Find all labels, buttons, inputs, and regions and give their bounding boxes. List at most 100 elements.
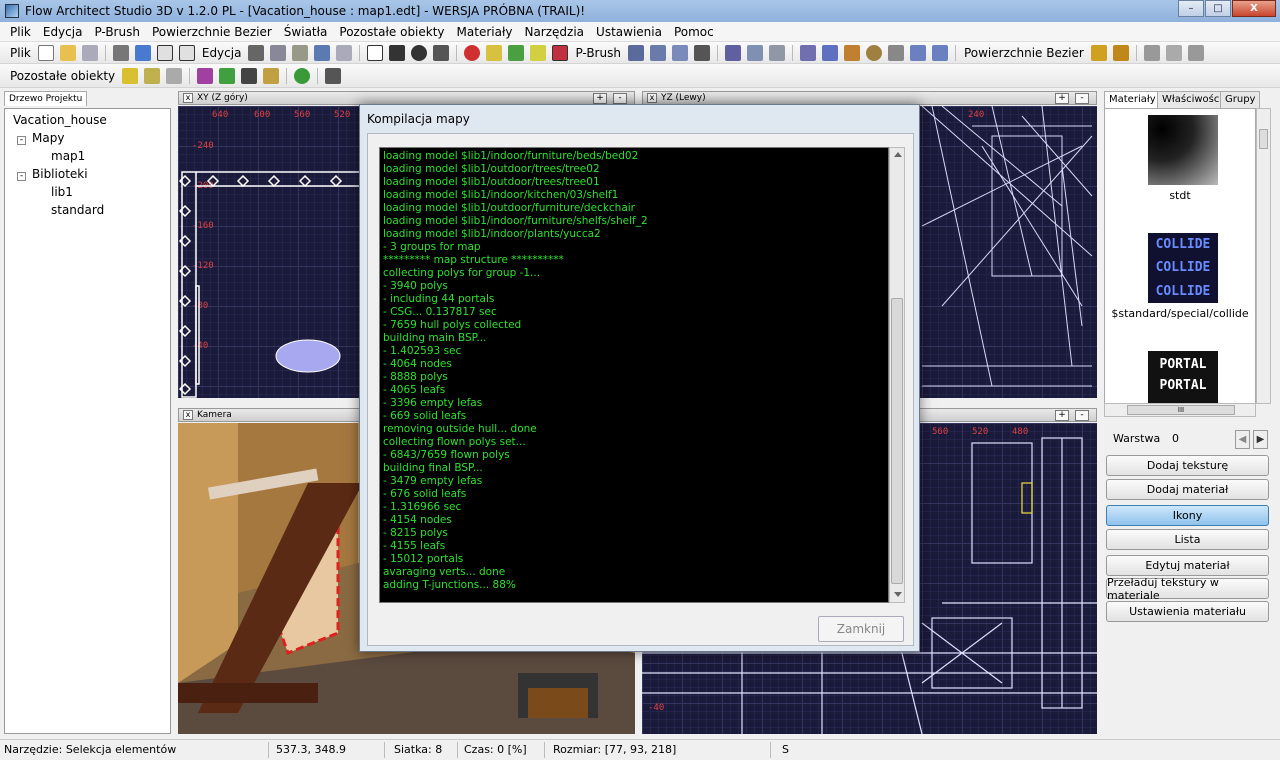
tree-node-libraries[interactable]: Biblioteki bbox=[32, 167, 88, 181]
light-icon[interactable] bbox=[122, 67, 139, 84]
csg-subtract-icon[interactable] bbox=[799, 44, 816, 61]
brush-wedge-icon[interactable] bbox=[649, 44, 666, 61]
move-icon[interactable] bbox=[389, 44, 406, 61]
viewport-close-icon[interactable]: x bbox=[183, 410, 193, 420]
menu-plik[interactable]: Plik bbox=[4, 25, 37, 39]
tab-groups[interactable]: Grupy bbox=[1220, 91, 1261, 108]
scroll-up-icon[interactable] bbox=[894, 152, 902, 157]
viewport-zoom-in-button[interactable]: + bbox=[1055, 93, 1069, 104]
face-icon[interactable] bbox=[508, 44, 525, 61]
undo-icon[interactable] bbox=[314, 44, 331, 61]
camera-object-icon[interactable] bbox=[166, 67, 183, 84]
new-file-icon[interactable] bbox=[37, 44, 54, 61]
view-2d-icon[interactable] bbox=[156, 44, 173, 61]
clip-icon[interactable] bbox=[552, 44, 569, 61]
brush-cone-icon[interactable] bbox=[693, 44, 710, 61]
console-scrollbar[interactable] bbox=[889, 147, 905, 603]
bezier-patch-icon[interactable] bbox=[1090, 44, 1107, 61]
layer-next-button[interactable]: ▶ bbox=[1253, 430, 1268, 449]
list-view-button[interactable]: Lista bbox=[1106, 529, 1269, 550]
compile-log-console[interactable]: loading model $lib1/indoor/furniture/bed… bbox=[379, 147, 889, 603]
checker-texture-icon[interactable] bbox=[241, 67, 258, 84]
viewport-zoom-out-button[interactable]: - bbox=[1075, 93, 1089, 104]
menu-narzedzia[interactable]: Narzędzia bbox=[518, 25, 590, 39]
vertex-icon[interactable] bbox=[464, 44, 481, 61]
csg-hollow-icon[interactable] bbox=[821, 44, 838, 61]
minimize-button[interactable]: – bbox=[1178, 0, 1204, 17]
tree-node-maps[interactable]: Mapy bbox=[32, 131, 64, 145]
bezier-tool-b-icon[interactable] bbox=[1165, 44, 1182, 61]
menu-bezier[interactable]: Powierzchnie Bezier bbox=[146, 25, 278, 39]
menu-swiatla[interactable]: Światła bbox=[278, 25, 334, 39]
tab-project-tree[interactable]: Drzewo Projektu bbox=[4, 91, 88, 106]
scroll-thumb[interactable] bbox=[891, 298, 903, 584]
material-thumb-collide[interactable]: COLLIDE COLLIDE COLLIDE bbox=[1148, 233, 1218, 303]
open-folder-icon[interactable] bbox=[59, 44, 76, 61]
csg-merge-icon[interactable] bbox=[843, 44, 860, 61]
tree-node-map1[interactable]: map1 bbox=[51, 149, 85, 163]
material-settings-button[interactable]: Ustawienia materiału bbox=[1106, 601, 1269, 622]
add-material-button[interactable]: Dodaj materiał bbox=[1106, 479, 1269, 500]
icons-view-button[interactable]: Ikony bbox=[1106, 505, 1269, 526]
scale-icon[interactable] bbox=[433, 44, 450, 61]
layer-prev-button[interactable]: ◀ bbox=[1235, 430, 1250, 449]
brush-box-icon[interactable] bbox=[627, 44, 644, 61]
brush-sphere-icon[interactable] bbox=[746, 44, 763, 61]
materials-vscrollbar[interactable] bbox=[1256, 108, 1271, 404]
tree-collapse-icon[interactable]: - bbox=[17, 136, 26, 145]
edit-material-button[interactable]: Edytuj materiał bbox=[1106, 555, 1269, 576]
close-button[interactable]: X bbox=[1232, 0, 1276, 17]
menu-ustawienia[interactable]: Ustawienia bbox=[590, 25, 668, 39]
menu-materialy[interactable]: Materiały bbox=[451, 25, 519, 39]
reload-textures-button[interactable]: Przeładuj tekstury w materiale bbox=[1106, 576, 1269, 602]
group-icon[interactable] bbox=[887, 44, 904, 61]
edge-icon[interactable] bbox=[486, 44, 503, 61]
menu-pomoc[interactable]: Pomoc bbox=[668, 25, 720, 39]
menu-pbrush[interactable]: P-Brush bbox=[88, 25, 146, 39]
copy-icon[interactable] bbox=[270, 44, 287, 61]
redo-icon[interactable] bbox=[336, 44, 353, 61]
scroll-down-icon[interactable] bbox=[894, 592, 902, 597]
bezier-cylinder-icon[interactable] bbox=[1112, 44, 1129, 61]
save-icon[interactable] bbox=[81, 44, 98, 61]
tree-node-standard[interactable]: standard bbox=[51, 203, 104, 217]
measure-icon[interactable] bbox=[530, 44, 547, 61]
viewport-zoom-in-button[interactable]: + bbox=[593, 93, 607, 104]
viewport-close-icon[interactable]: x bbox=[183, 93, 193, 103]
maximize-button[interactable]: □ bbox=[1205, 0, 1231, 17]
spawn-point-icon[interactable] bbox=[294, 67, 311, 84]
crate-icon[interactable] bbox=[263, 67, 280, 84]
materials-hscrollbar[interactable]: III bbox=[1104, 403, 1256, 417]
materials-list[interactable]: stdt COLLIDE COLLIDE COLLIDE $standard/s… bbox=[1104, 108, 1256, 404]
menu-pozostale[interactable]: Pozostałe obiekty bbox=[333, 25, 450, 39]
spotlight-icon[interactable] bbox=[144, 67, 161, 84]
compile-icon[interactable] bbox=[134, 44, 151, 61]
bezier-tool-a-icon[interactable] bbox=[1143, 44, 1160, 61]
menu-edycja[interactable]: Edycja bbox=[37, 25, 89, 39]
csg-split-icon[interactable] bbox=[865, 44, 882, 61]
viewport-zoom-out-button[interactable]: - bbox=[613, 93, 627, 104]
brush-cylinder-icon[interactable] bbox=[671, 44, 688, 61]
viewport-zoom-out-button[interactable]: - bbox=[1075, 410, 1089, 421]
tree-node-lib1[interactable]: lib1 bbox=[51, 185, 73, 199]
trigger-icon[interactable] bbox=[325, 67, 342, 84]
tab-properties[interactable]: Właściwości bbox=[1157, 91, 1228, 108]
tab-materials[interactable]: Materiały bbox=[1104, 91, 1161, 109]
close-dialog-button[interactable]: Zamknij bbox=[818, 616, 904, 642]
model-icon[interactable] bbox=[197, 67, 214, 84]
select-arrow-icon[interactable] bbox=[367, 44, 384, 61]
material-thumb-portal[interactable]: PORTAL PORTAL bbox=[1148, 351, 1218, 403]
brush-arch-icon[interactable] bbox=[724, 44, 741, 61]
scroll-thumb[interactable]: III bbox=[1127, 405, 1235, 415]
brush-stairs-icon[interactable] bbox=[768, 44, 785, 61]
particles-icon[interactable] bbox=[219, 67, 236, 84]
tree-node-root[interactable]: Vacation_house bbox=[13, 113, 107, 127]
add-texture-button[interactable]: Dodaj teksturę bbox=[1106, 455, 1269, 476]
scroll-thumb[interactable] bbox=[1259, 129, 1268, 149]
rotate-icon[interactable] bbox=[411, 44, 428, 61]
view-3d-icon[interactable] bbox=[178, 44, 195, 61]
tree-collapse-icon[interactable]: - bbox=[17, 172, 26, 181]
paste-icon[interactable] bbox=[292, 44, 309, 61]
settings-gear-icon[interactable] bbox=[112, 44, 129, 61]
bezier-tool-c-icon[interactable] bbox=[1187, 44, 1204, 61]
